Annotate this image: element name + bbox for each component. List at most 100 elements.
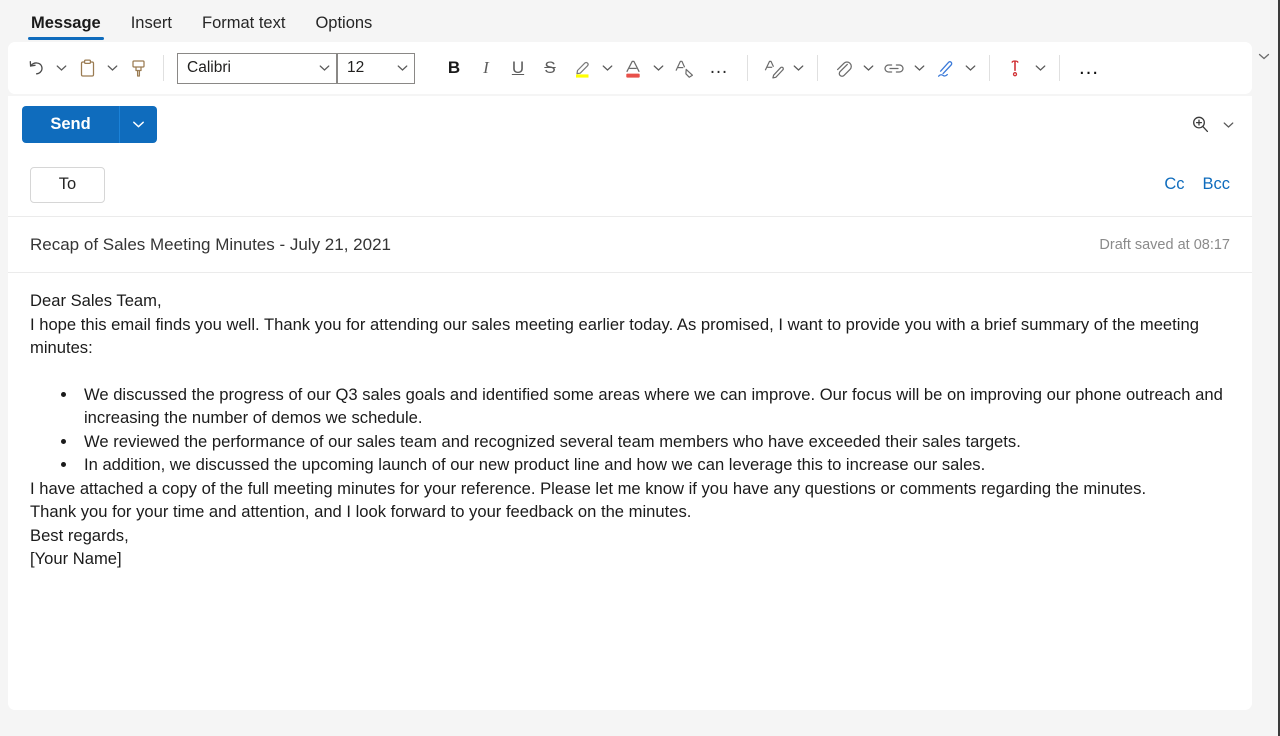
subject-row: Draft saved at 08:17 (8, 217, 1252, 273)
tab-format-text-label: Format text (202, 14, 286, 32)
more-formatting-button[interactable]: … (700, 51, 738, 85)
toolbar-separator (747, 55, 748, 81)
italic-button[interactable]: I (470, 51, 502, 85)
font-size-select[interactable]: 12 (337, 52, 415, 84)
send-split-button: Send (22, 106, 157, 143)
ribbon-tab-bar: Message Insert Format text Options (0, 0, 1278, 42)
chevron-down-icon (312, 54, 336, 83)
tab-message[interactable]: Message (18, 10, 114, 42)
more-formatting-label: … (709, 57, 729, 78)
strikethrough-button[interactable]: S (534, 51, 566, 85)
editor-proofing-icon (762, 58, 785, 79)
chevron-down-icon (132, 120, 145, 129)
draft-status: Draft saved at 08:17 (1099, 236, 1230, 253)
highlight-button[interactable] (566, 51, 598, 85)
body-intro: I hope this email finds you well. Thank … (30, 314, 1199, 358)
font-family-value: Calibri (187, 59, 231, 76)
list-item: We reviewed the performance of our sales… (78, 430, 1230, 454)
toolbar-separator (989, 55, 990, 81)
bold-button[interactable]: B (438, 51, 470, 85)
importance-button[interactable] (999, 51, 1031, 85)
body-signature: [Your Name] (30, 549, 122, 568)
font-color-icon (622, 58, 644, 79)
ribbon-collapse-button[interactable] (1254, 46, 1274, 66)
font-color-button[interactable] (617, 51, 649, 85)
signature-pen-icon (934, 58, 957, 79)
list-item: We discussed the progress of our Q3 sale… (78, 383, 1230, 430)
chevron-down-icon (1258, 52, 1270, 61)
to-button[interactable]: To (30, 166, 105, 203)
body-thanks: Thank you for your time and attention, a… (30, 502, 692, 521)
toolbar-separator (1059, 55, 1060, 81)
tab-insert[interactable]: Insert (118, 10, 185, 42)
message-body[interactable]: Dear Sales Team, I hope this email finds… (8, 273, 1252, 709)
attach-button[interactable] (827, 51, 859, 85)
editor-dropdown[interactable] (789, 51, 808, 85)
chevron-down-icon (390, 54, 414, 83)
formatting-toolbar: Calibri 12 B I U S … … (8, 42, 1252, 94)
importance-icon (1006, 58, 1024, 79)
outlook-compose-window: Message Insert Format text Options Calib… (0, 0, 1280, 736)
clear-formatting-icon (673, 58, 696, 79)
cc-button[interactable]: Cc (1164, 175, 1184, 194)
font-controls: Calibri 12 (177, 52, 415, 84)
format-painter-icon (128, 58, 149, 79)
subject-input[interactable] (30, 234, 1084, 255)
strikethrough-label: S (544, 58, 556, 77)
body-greeting: Dear Sales Team, (30, 291, 162, 310)
tab-format-text[interactable]: Format text (189, 10, 298, 42)
toolbar-overflow-button[interactable]: … (1069, 51, 1109, 85)
highlight-pen-icon (571, 58, 593, 79)
signature-dropdown[interactable] (961, 51, 980, 85)
font-color-dropdown[interactable] (649, 51, 668, 85)
cc-bcc-group: Cc Bcc (1164, 175, 1230, 194)
signature-button[interactable] (929, 51, 961, 85)
send-label: Send (50, 115, 91, 133)
send-options-dropdown[interactable] (119, 106, 157, 143)
clear-formatting-button[interactable] (668, 51, 700, 85)
to-label: To (58, 175, 77, 193)
bcc-button[interactable]: Bcc (1202, 175, 1230, 194)
paste-icon (77, 58, 98, 79)
importance-dropdown[interactable] (1031, 51, 1050, 85)
tab-options[interactable]: Options (302, 10, 385, 42)
bold-label: B (447, 58, 461, 77)
zoom-control (1183, 108, 1238, 142)
format-painter-button[interactable] (122, 51, 154, 85)
zoom-in-icon (1190, 114, 1211, 135)
tab-options-label: Options (315, 14, 373, 32)
tab-insert-label: Insert (130, 14, 172, 32)
font-family-select[interactable]: Calibri (177, 52, 337, 84)
undo-dropdown[interactable] (52, 51, 71, 85)
tab-message-label: Message (31, 14, 101, 32)
toolbar-separator (163, 55, 164, 81)
highlight-color-dropdown[interactable] (598, 51, 617, 85)
body-bullet-list: We discussed the progress of our Q3 sale… (30, 383, 1230, 477)
undo-icon (26, 58, 47, 79)
underline-button[interactable]: U (502, 51, 534, 85)
editor-button[interactable] (757, 51, 789, 85)
toolbar-separator (817, 55, 818, 81)
link-icon (882, 58, 906, 79)
body-closing: Best regards, (30, 525, 129, 545)
underline-label: U (511, 58, 525, 77)
body-attachment-note: I have attached a copy of the full meeti… (30, 478, 1147, 498)
link-button[interactable] (878, 51, 910, 85)
italic-label: I (483, 58, 489, 77)
compose-area: To Cc Bcc Draft saved at 08:17 Dear Sale… (8, 153, 1252, 710)
link-dropdown[interactable] (910, 51, 929, 85)
send-action-bar: Send (8, 96, 1252, 153)
attach-dropdown[interactable] (859, 51, 878, 85)
paperclip-icon (832, 58, 854, 79)
recipients-row: To Cc Bcc (8, 153, 1252, 217)
list-item: In addition, we discussed the upcoming l… (78, 453, 1230, 477)
paste-button[interactable] (71, 51, 103, 85)
paste-dropdown[interactable] (103, 51, 122, 85)
undo-button[interactable] (20, 51, 52, 85)
zoom-in-button[interactable] (1183, 109, 1217, 141)
font-size-value: 12 (347, 59, 365, 76)
zoom-dropdown[interactable] (1219, 108, 1238, 142)
to-input[interactable] (115, 166, 1151, 203)
send-button[interactable]: Send (22, 106, 119, 143)
toolbar-overflow-label: … (1078, 56, 1100, 79)
